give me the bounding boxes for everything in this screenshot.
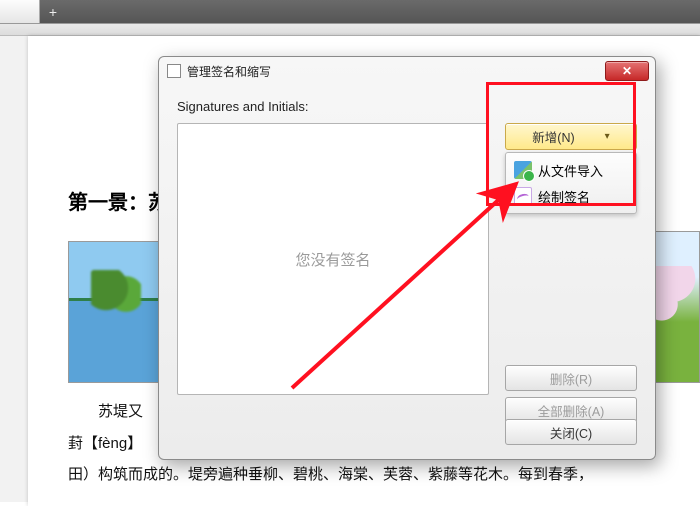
close-button-label: 关闭(C) (550, 423, 592, 442)
menu-import-from-file[interactable]: 从文件导入 (510, 157, 632, 183)
app-icon (167, 64, 181, 78)
signatures-list[interactable]: 您没有签名 (177, 123, 489, 395)
para3: 田）构筑而成的。堤旁遍种垂柳、碧桃、海棠、芙蓉、紫藤等花木。每到春季， (68, 459, 690, 491)
section-label: Signatures and Initials: (177, 99, 645, 114)
new-signature-button[interactable]: 新增(N) ▾ (505, 123, 637, 150)
para2-pre: 葑【fèng】 (68, 435, 142, 452)
browser-tab[interactable] (0, 0, 40, 23)
delete-button[interactable]: 删除(R) (505, 365, 637, 391)
image-import-icon (514, 161, 532, 179)
menu-draw-signature[interactable]: 绘制签名 (510, 183, 632, 209)
dialog-title: 管理签名和缩写 (187, 63, 605, 80)
toolbar-strip (0, 24, 700, 36)
dialog-titlebar: 管理签名和缩写 ✕ (159, 57, 655, 85)
new-signature-menu: 从文件导入 绘制签名 (505, 152, 637, 214)
draw-signature-icon (514, 187, 532, 205)
close-button[interactable]: 关闭(C) (505, 419, 637, 445)
menu-import-label: 从文件导入 (538, 161, 603, 180)
menu-draw-label: 绘制签名 (538, 187, 590, 206)
dialog-close-button[interactable]: ✕ (605, 61, 649, 81)
para1-pre: 苏堤又 (98, 403, 143, 420)
delete-button-label: 删除(R) (550, 369, 592, 388)
chevron-down-icon: ▾ (605, 131, 610, 142)
tab-bar: + (0, 0, 700, 24)
new-button-label: 新增(N) (532, 127, 574, 146)
close-icon: ✕ (622, 64, 632, 78)
empty-state-text: 您没有签名 (295, 249, 370, 270)
new-tab-button[interactable]: + (40, 0, 66, 23)
delete-all-button-label: 全部删除(A) (538, 401, 605, 420)
manage-signatures-dialog: 管理签名和缩写 ✕ Signatures and Initials: 您没有签名… (158, 56, 656, 460)
